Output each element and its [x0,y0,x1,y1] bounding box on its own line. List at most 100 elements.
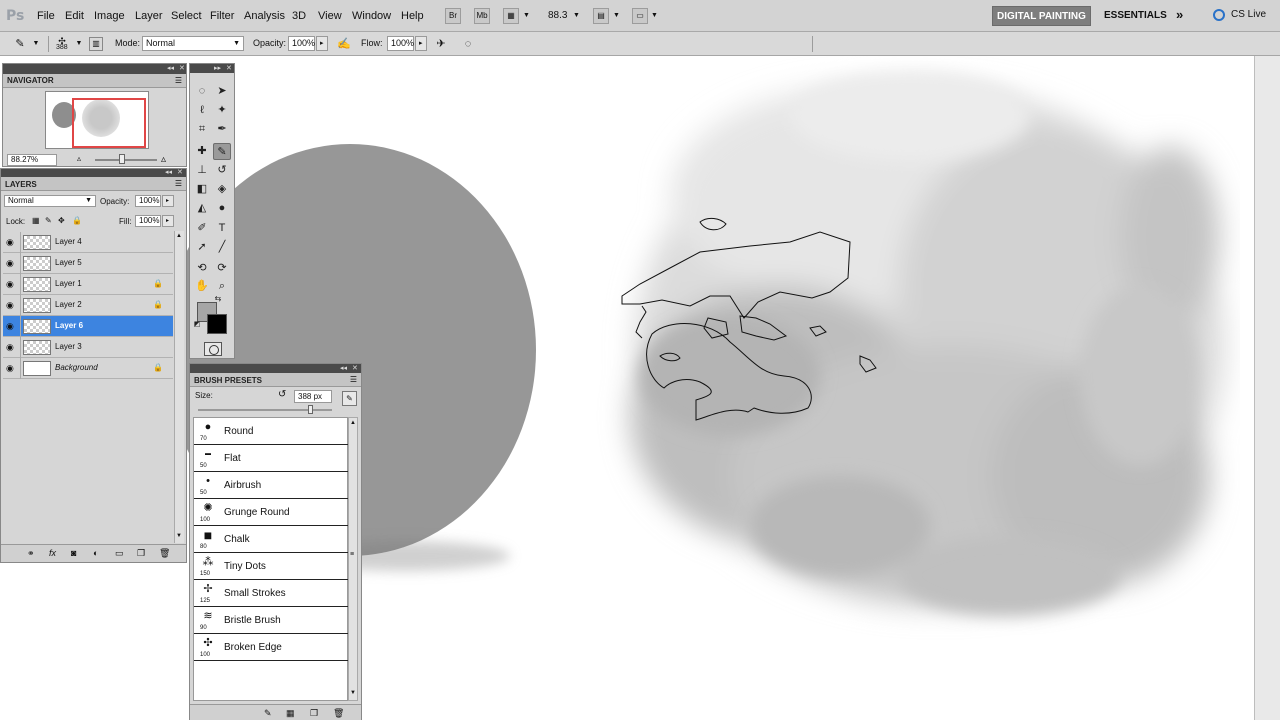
layer-row-background[interactable]: ◉ Background 🔒 [3,358,173,379]
collapse-icon[interactable]: ◂◂ [167,64,174,74]
menu-layer[interactable]: Layer [135,10,163,22]
lasso-tool-icon[interactable]: ℓ [193,102,211,119]
menu-help[interactable]: Help [401,10,424,22]
path-selection-icon[interactable]: ➚ [193,239,211,256]
eye-icon[interactable]: ◉ [6,363,16,374]
cslive-button[interactable]: CS Live [1231,9,1266,20]
brush-tool-icon[interactable]: ✎ [213,143,231,160]
airbrush-icon[interactable]: ✈ [433,36,449,52]
healing-brush-icon[interactable]: ✚ [193,143,211,160]
lock-position-icon[interactable]: ✥ [58,216,65,225]
3d-orbit-icon[interactable]: ⟳ [213,260,231,277]
chevron-down-icon[interactable]: ▼ [523,12,530,19]
layers-scrollbar[interactable]: ▲ ▼ [174,231,184,543]
add-mask-icon[interactable]: ◙ [71,548,76,558]
panel-grip[interactable]: ◂◂ ✕ [1,169,186,177]
brush-preset-flat[interactable]: ▬ 50 Flat [194,445,348,472]
scroll-down-icon[interactable]: ▼ [350,690,356,696]
view-extras-icon[interactable]: ▦ [503,8,519,24]
brush-preset-grunge-round[interactable]: ✺ 100 Grunge Round [194,499,348,526]
layers-tab[interactable]: LAYERS ☰ [1,177,186,191]
chevron-down-icon[interactable]: ▼ [71,36,87,52]
flow-slider-button[interactable]: ▸ [415,36,427,51]
workspace-more-button[interactable]: » [1176,7,1183,22]
eye-icon[interactable]: ◉ [6,300,16,311]
link-layers-icon[interactable]: ⚭ [27,548,35,559]
opacity-slider-button[interactable]: ▸ [316,36,328,51]
lock-image-icon[interactable]: ✎ [45,216,52,225]
panel-menu-icon[interactable]: ☰ [175,179,182,188]
scroll-down-icon[interactable]: ▼ [176,533,182,539]
default-colors-icon[interactable]: ◩ [192,320,202,330]
fx-icon[interactable]: fx [49,548,56,558]
eye-icon[interactable]: ◉ [6,321,16,332]
new-group-icon[interactable]: ▭ [115,548,124,559]
toggle-brush-panel-icon[interactable]: ✎ [264,708,272,719]
marquee-tool-icon[interactable]: ◌ [193,83,211,100]
panel-menu-icon[interactable]: ☰ [175,76,182,85]
brush-size-field[interactable]: 388 px [294,390,332,403]
background-color-swatch[interactable] [207,314,227,334]
mode-select[interactable]: Normal ▼ [142,36,244,51]
bridge-button[interactable]: Br [445,8,461,24]
trash-icon[interactable]: 🗑 [159,548,170,559]
brush-size-slider-knob[interactable] [308,405,313,414]
pressure-opacity-icon[interactable]: ✍ [336,36,352,52]
blend-mode-select[interactable]: Normal ▼ [4,195,96,207]
menu-analysis[interactable]: Analysis [244,10,285,22]
hand-tool-icon[interactable]: ✋ [193,278,211,295]
collapse-icon[interactable]: ◂◂ [340,364,347,373]
screen-mode-icon[interactable]: ▭ [632,8,648,24]
reset-size-icon[interactable]: ↺ [278,389,286,400]
clone-stamp-icon[interactable]: ⊥ [193,162,211,179]
new-preset-icon[interactable]: ❐ [310,708,318,719]
pen-tool-icon[interactable]: ✐ [193,220,211,237]
panel-menu-icon[interactable]: ☰ [350,375,357,384]
menu-file[interactable]: File [37,10,55,22]
brush-tool-icon[interactable]: ✎ [12,36,28,52]
brush-preset-chalk[interactable]: ■ 80 Chalk [194,526,348,553]
type-tool-icon[interactable]: T [213,220,231,237]
brush-panel-toggle-icon[interactable]: ▥ [89,37,103,51]
magic-wand-icon[interactable]: ✦ [213,102,231,119]
zoom-slider[interactable] [95,159,157,161]
scroll-up-icon[interactable]: ▲ [350,420,356,426]
brush-preset-airbrush[interactable]: • 50 Airbrush [194,472,348,499]
navigator-thumbnail[interactable] [45,91,149,149]
brush-preset-small-strokes[interactable]: ✢ 125 Small Strokes [194,580,348,607]
chevron-down-icon[interactable]: ▼ [613,12,620,19]
quick-mask-icon[interactable] [204,342,222,356]
layer-fill-field[interactable]: 100% [135,215,161,227]
chevron-down-icon[interactable]: ▼ [651,12,658,19]
3d-rotate-icon[interactable]: ⟲ [193,260,211,277]
zoom-tool-icon[interactable]: ⌕ [213,278,231,295]
panel-grip[interactable]: ◂◂ ✕ [190,364,361,373]
view-box[interactable] [72,98,146,148]
eye-icon[interactable]: ◉ [6,342,16,353]
panel-grip[interactable]: ◂◂ ✕ [3,64,186,74]
pressure-size-icon[interactable]: ◌ [460,36,476,52]
workspace-essentials[interactable]: ESSENTIALS [1104,10,1167,21]
new-layer-icon[interactable]: ❐ [137,548,145,559]
brush-list-scrollbar[interactable]: ▲ ≡ ▼ [348,417,358,701]
close-icon[interactable]: ✕ [177,169,183,177]
layer-row-layer-6[interactable]: ◉ Layer 6 [3,316,173,337]
new-brush-icon[interactable]: ✎ [342,391,357,406]
brush-preset-bristle-brush[interactable]: ≋ 90 Bristle Brush [194,607,348,634]
history-brush-icon[interactable]: ↺ [213,162,231,179]
menu-select[interactable]: Select [171,10,202,22]
menu-image[interactable]: Image [94,10,125,22]
paint-bucket-icon[interactable]: ◈ [213,181,231,198]
scroll-up-icon[interactable]: ▲ [176,233,182,239]
fill-slider-button[interactable]: ▸ [162,215,174,227]
brush-presets-tab[interactable]: BRUSH PRESETS ☰ [190,373,361,387]
eye-icon[interactable]: ◉ [6,279,16,290]
navigator-tab[interactable]: NAVIGATOR ☰ [3,74,186,88]
zoom-in-icon[interactable]: ▵ [161,154,166,165]
flow-field[interactable]: 100% [387,36,414,51]
move-tool-icon[interactable]: ➤ [213,83,231,100]
menu-edit[interactable]: Edit [65,10,84,22]
opacity-field[interactable]: 100% [288,36,315,51]
menu-view[interactable]: View [318,10,342,22]
eye-icon[interactable]: ◉ [6,237,16,248]
